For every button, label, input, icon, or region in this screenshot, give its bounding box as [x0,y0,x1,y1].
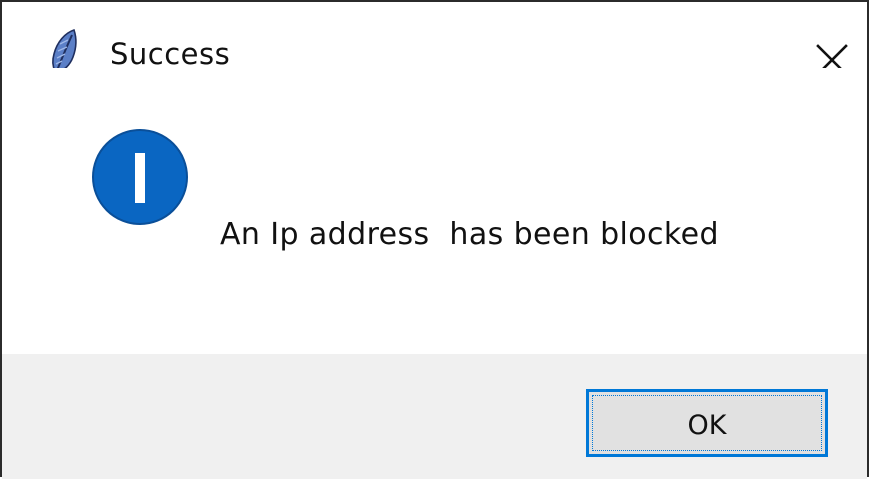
ok-button[interactable]: OK [586,389,828,457]
title-bar[interactable]: Success [2,2,867,77]
message-dialog-window: Success An Ip address has been blocked O… [0,0,869,479]
window-title: Success [110,37,231,71]
dialog-message: An Ip address has been blocked [220,217,719,252]
info-icon [90,127,190,227]
ok-button-label: OK [687,410,727,441]
